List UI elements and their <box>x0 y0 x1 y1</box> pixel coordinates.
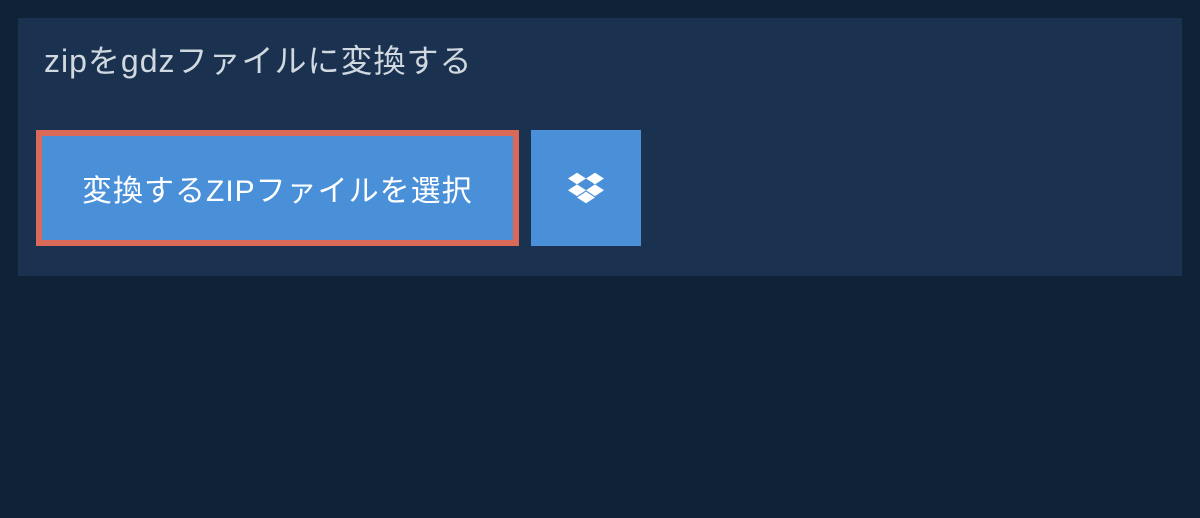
converter-panel: zipをgdzファイルに変換する 変換するZIPファイルを選択 <box>18 18 1182 276</box>
select-file-button[interactable]: 変換するZIPファイルを選択 <box>36 130 519 246</box>
button-row: 変換するZIPファイルを選択 <box>18 100 1182 246</box>
dropbox-icon <box>568 172 604 204</box>
select-file-label: 変換するZIPファイルを選択 <box>82 166 473 210</box>
dropbox-button[interactable] <box>531 130 641 246</box>
page-title: zipをgdzファイルに変換する <box>18 18 499 100</box>
